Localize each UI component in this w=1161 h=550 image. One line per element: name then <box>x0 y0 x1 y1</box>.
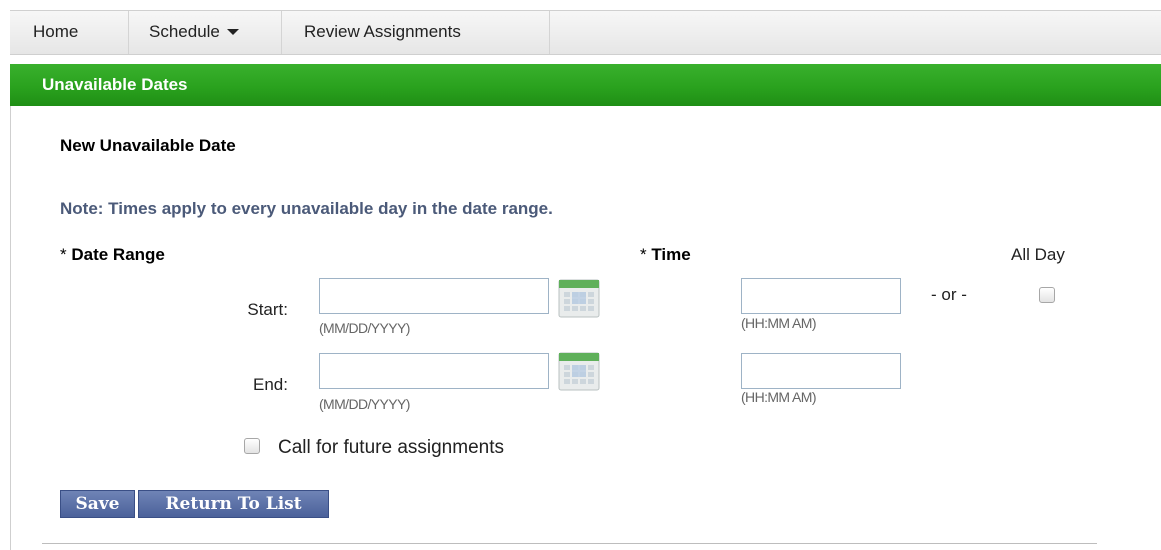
or-separator: - or - <box>931 285 967 304</box>
panel-body <box>10 106 1161 550</box>
end-date-input[interactable] <box>319 353 549 389</box>
nav-home-label: Home <box>33 22 79 41</box>
nav-review-label: Review Assignments <box>304 22 461 41</box>
end-time-hint: (HH:MM AM) <box>741 389 816 405</box>
start-time-hint: (HH:MM AM) <box>741 315 816 331</box>
nav-home[interactable]: Home <box>10 11 129 54</box>
caret-down-icon <box>226 28 239 35</box>
time-heading: * Time <box>640 245 691 265</box>
all-day-label: All Day <box>1011 245 1065 264</box>
start-date-hint: (MM/DD/YYYY) <box>319 320 410 336</box>
bottom-divider <box>42 543 1097 544</box>
nav-review-assignments[interactable]: Review Assignments <box>282 11 550 54</box>
future-assignments-checkbox[interactable] <box>244 438 260 454</box>
start-label: Start: <box>247 300 288 319</box>
end-date-hint: (MM/DD/YYYY) <box>319 396 410 412</box>
top-navbar: Home Schedule Review Assignments <box>10 10 1161 55</box>
return-to-list-button[interactable]: Return To List <box>138 490 329 518</box>
required-marker: * <box>640 245 647 264</box>
section-title: New Unavailable Date <box>60 136 236 155</box>
calendar-icon[interactable] <box>558 279 600 318</box>
nav-schedule-label: Schedule <box>149 22 220 41</box>
time-label: Time <box>651 245 691 264</box>
save-button[interactable]: Save <box>60 490 135 518</box>
required-marker: * <box>60 245 67 264</box>
panel-header: Unavailable Dates <box>10 64 1161 106</box>
date-range-heading: * Date Range <box>60 245 165 265</box>
calendar-icon[interactable] <box>558 352 600 391</box>
date-range-label: Date Range <box>71 245 165 264</box>
end-label: End: <box>253 375 288 394</box>
start-time-input[interactable] <box>741 278 901 314</box>
nav-schedule-dropdown[interactable]: Schedule <box>129 11 282 54</box>
future-assignments-label[interactable]: Call for future assignments <box>278 437 504 459</box>
note-text: Note: Times apply to every unavailable d… <box>60 199 553 218</box>
end-time-input[interactable] <box>741 353 901 389</box>
all-day-checkbox[interactable] <box>1039 287 1055 303</box>
panel-title: Unavailable Dates <box>42 75 188 94</box>
start-date-input[interactable] <box>319 278 549 314</box>
